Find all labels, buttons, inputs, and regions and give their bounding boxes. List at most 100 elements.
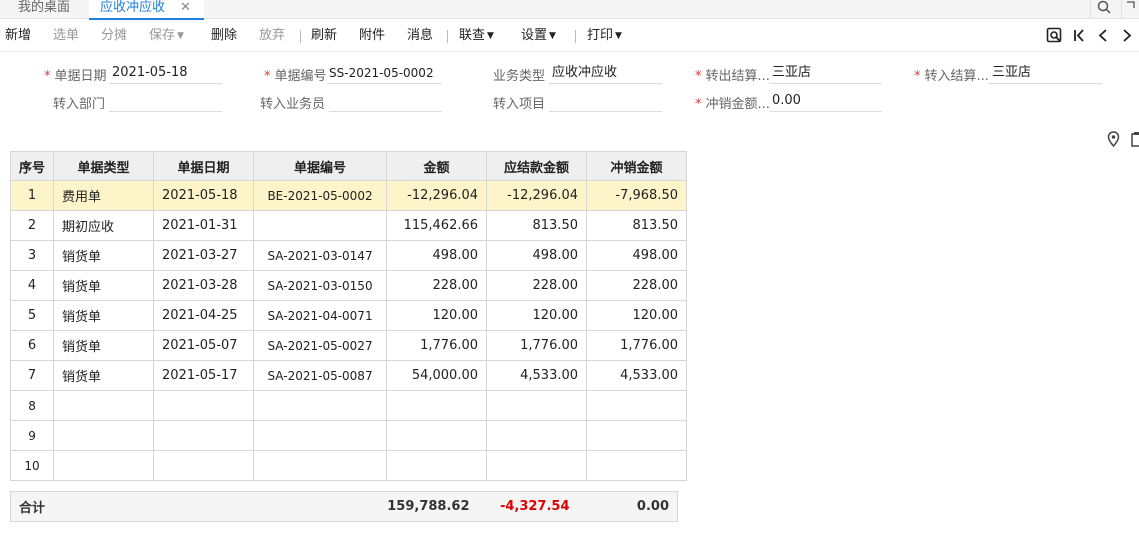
- link-query-button[interactable]: 联查 ▼: [459, 28, 494, 45]
- bill-no-field[interactable]: SS-2021-05-0002: [327, 64, 442, 84]
- cell-index: 3: [9, 240, 55, 271]
- required-mark: *: [695, 97, 702, 112]
- out-settle-label: * 转出结算...: [695, 65, 770, 84]
- header-writeoff-amount[interactable]: 冲销金额: [586, 151, 688, 181]
- cell-writeoff-amount[interactable]: [586, 450, 688, 481]
- in-settle-field[interactable]: 三亚店: [989, 64, 1102, 84]
- table-row-empty[interactable]: 8: [9, 390, 688, 421]
- prev-record-icon[interactable]: [1097, 27, 1109, 44]
- in-project-field[interactable]: [549, 92, 662, 112]
- toolbar-divider: [447, 30, 448, 43]
- cell-bill-no-link[interactable]: SA-2021-05-0087: [253, 360, 388, 391]
- header-bill-type[interactable]: 单据类型: [53, 151, 155, 181]
- cell-bill-type[interactable]: 销货单: [53, 300, 155, 331]
- biz-type-field[interactable]: 应收冲应收: [549, 64, 662, 84]
- toolbar-divider: [300, 30, 301, 43]
- table-row[interactable]: 2 期初应收 2021-01-31 115,462.66 813.50 813.…: [9, 210, 688, 241]
- totals-table: 合计 159,788.62 -4,327.54 0.00: [10, 491, 678, 522]
- cell-writeoff-amount[interactable]: 1,776.00: [586, 330, 688, 361]
- cell-writeoff-amount[interactable]: 498.00: [586, 240, 688, 271]
- discard-button[interactable]: 放弃: [259, 28, 285, 44]
- select-bill-button[interactable]: 选单: [53, 28, 79, 44]
- cell-bill-date[interactable]: 2021-01-31: [153, 210, 255, 241]
- location-pin-icon[interactable]: [1107, 131, 1120, 147]
- delete-button[interactable]: 删除: [211, 28, 237, 44]
- tab-receivable-offset[interactable]: 应收冲应收 ✕: [89, 0, 204, 20]
- cell-bill-date[interactable]: 2021-05-18: [153, 180, 255, 211]
- cell-bill-no[interactable]: [253, 390, 388, 421]
- writeoff-amount-field[interactable]: 0.00: [769, 92, 882, 112]
- in-dept-field[interactable]: [109, 92, 222, 112]
- message-button[interactable]: 消息: [407, 28, 433, 44]
- link-query-label: 联查: [459, 28, 486, 43]
- attachment-button[interactable]: 附件: [359, 28, 385, 44]
- cell-bill-no-link[interactable]: SA-2021-03-0147: [253, 240, 388, 271]
- table-row[interactable]: 7 销货单 2021-05-17 SA-2021-05-0087 54,000.…: [9, 360, 688, 391]
- in-staff-field[interactable]: [329, 92, 442, 112]
- cell-bill-type[interactable]: 费用单: [53, 180, 155, 211]
- settings-button[interactable]: 设置 ▼: [521, 28, 556, 45]
- cell-bill-type[interactable]: 销货单: [53, 270, 155, 301]
- out-settle-field[interactable]: 三亚店: [769, 64, 882, 84]
- cell-writeoff-amount[interactable]: 120.00: [586, 300, 688, 331]
- cell-bill-no-link[interactable]: SA-2021-05-0027: [253, 330, 388, 361]
- next-record-icon[interactable]: [1121, 27, 1133, 44]
- cell-bill-date[interactable]: 2021-05-07: [153, 330, 255, 361]
- cell-bill-no-link[interactable]: SA-2021-04-0071: [253, 300, 388, 331]
- cell-bill-no-link[interactable]: SA-2021-03-0150: [253, 270, 388, 301]
- table-row[interactable]: 5 销货单 2021-04-25 SA-2021-04-0071 120.00 …: [9, 300, 688, 331]
- table-row[interactable]: 3 销货单 2021-03-27 SA-2021-03-0147 498.00 …: [9, 240, 688, 271]
- cell-writeoff-amount[interactable]: -7,968.50: [586, 180, 688, 211]
- preview-icon[interactable]: [1046, 27, 1063, 44]
- new-button[interactable]: 新增: [5, 28, 31, 44]
- cell-bill-date[interactable]: [153, 420, 255, 451]
- cell-writeoff-amount[interactable]: [586, 420, 688, 451]
- cell-writeoff-amount[interactable]: 4,533.00: [586, 360, 688, 391]
- bill-date-field[interactable]: 2021-05-18: [109, 64, 222, 84]
- window-control[interactable]: [1121, 0, 1139, 19]
- cell-bill-no[interactable]: [253, 450, 388, 481]
- cell-bill-no-link[interactable]: [253, 210, 388, 241]
- split-button[interactable]: 分摊: [101, 28, 127, 44]
- first-record-icon[interactable]: [1073, 27, 1085, 44]
- cell-writeoff-amount[interactable]: 813.50: [586, 210, 688, 241]
- cell-bill-type[interactable]: [53, 450, 155, 481]
- cell-bill-date[interactable]: 2021-03-27: [153, 240, 255, 271]
- refresh-button[interactable]: 刷新: [311, 28, 337, 44]
- header-due-amount[interactable]: 应结款金额: [486, 151, 588, 181]
- cell-bill-type[interactable]: 销货单: [53, 330, 155, 361]
- cell-index: 2: [9, 210, 55, 241]
- header-amount[interactable]: 金额: [386, 151, 488, 181]
- cell-bill-no[interactable]: [253, 420, 388, 451]
- cell-bill-type[interactable]: 期初应收: [53, 210, 155, 241]
- required-mark: *: [44, 69, 51, 84]
- table-row-empty[interactable]: 10: [9, 450, 688, 481]
- cell-bill-date[interactable]: 2021-03-28: [153, 270, 255, 301]
- header-bill-no[interactable]: 单据编号: [253, 151, 388, 181]
- table-row[interactable]: 1 费用单 2021-05-18 BE-2021-05-0002 -12,296…: [9, 180, 688, 211]
- cell-writeoff-amount[interactable]: 228.00: [586, 270, 688, 301]
- search-button[interactable]: [1090, 0, 1116, 19]
- cell-bill-date[interactable]: [153, 390, 255, 421]
- table-row[interactable]: 4 销货单 2021-03-28 SA-2021-03-0150 228.00 …: [9, 270, 688, 301]
- close-icon[interactable]: ✕: [180, 0, 191, 15]
- table-row[interactable]: 6 销货单 2021-05-07 SA-2021-05-0027 1,776.0…: [9, 330, 688, 361]
- save-button[interactable]: 保存 ▼: [149, 28, 184, 45]
- cell-bill-date[interactable]: 2021-04-25: [153, 300, 255, 331]
- header-bill-date[interactable]: 单据日期: [153, 151, 255, 181]
- cell-writeoff-amount[interactable]: [586, 390, 688, 421]
- cell-bill-type[interactable]: 销货单: [53, 240, 155, 271]
- tab-my-desktop[interactable]: 我的桌面: [18, 0, 70, 19]
- table-row-empty[interactable]: 9: [9, 420, 688, 451]
- cell-bill-type[interactable]: 销货单: [53, 360, 155, 391]
- cell-bill-no-link[interactable]: BE-2021-05-0002: [253, 180, 388, 211]
- clipboard-icon[interactable]: [1131, 131, 1139, 147]
- print-button[interactable]: 打印 ▼: [587, 28, 622, 45]
- tab-bar: 我的桌面 应收冲应收 ✕: [0, 0, 1139, 20]
- cell-bill-type[interactable]: [53, 420, 155, 451]
- cell-bill-date[interactable]: 2021-05-17: [153, 360, 255, 391]
- cell-due-amount: 1,776.00: [486, 330, 588, 361]
- cell-bill-date[interactable]: [153, 450, 255, 481]
- header-index[interactable]: 序号: [9, 151, 55, 181]
- cell-bill-type[interactable]: [53, 390, 155, 421]
